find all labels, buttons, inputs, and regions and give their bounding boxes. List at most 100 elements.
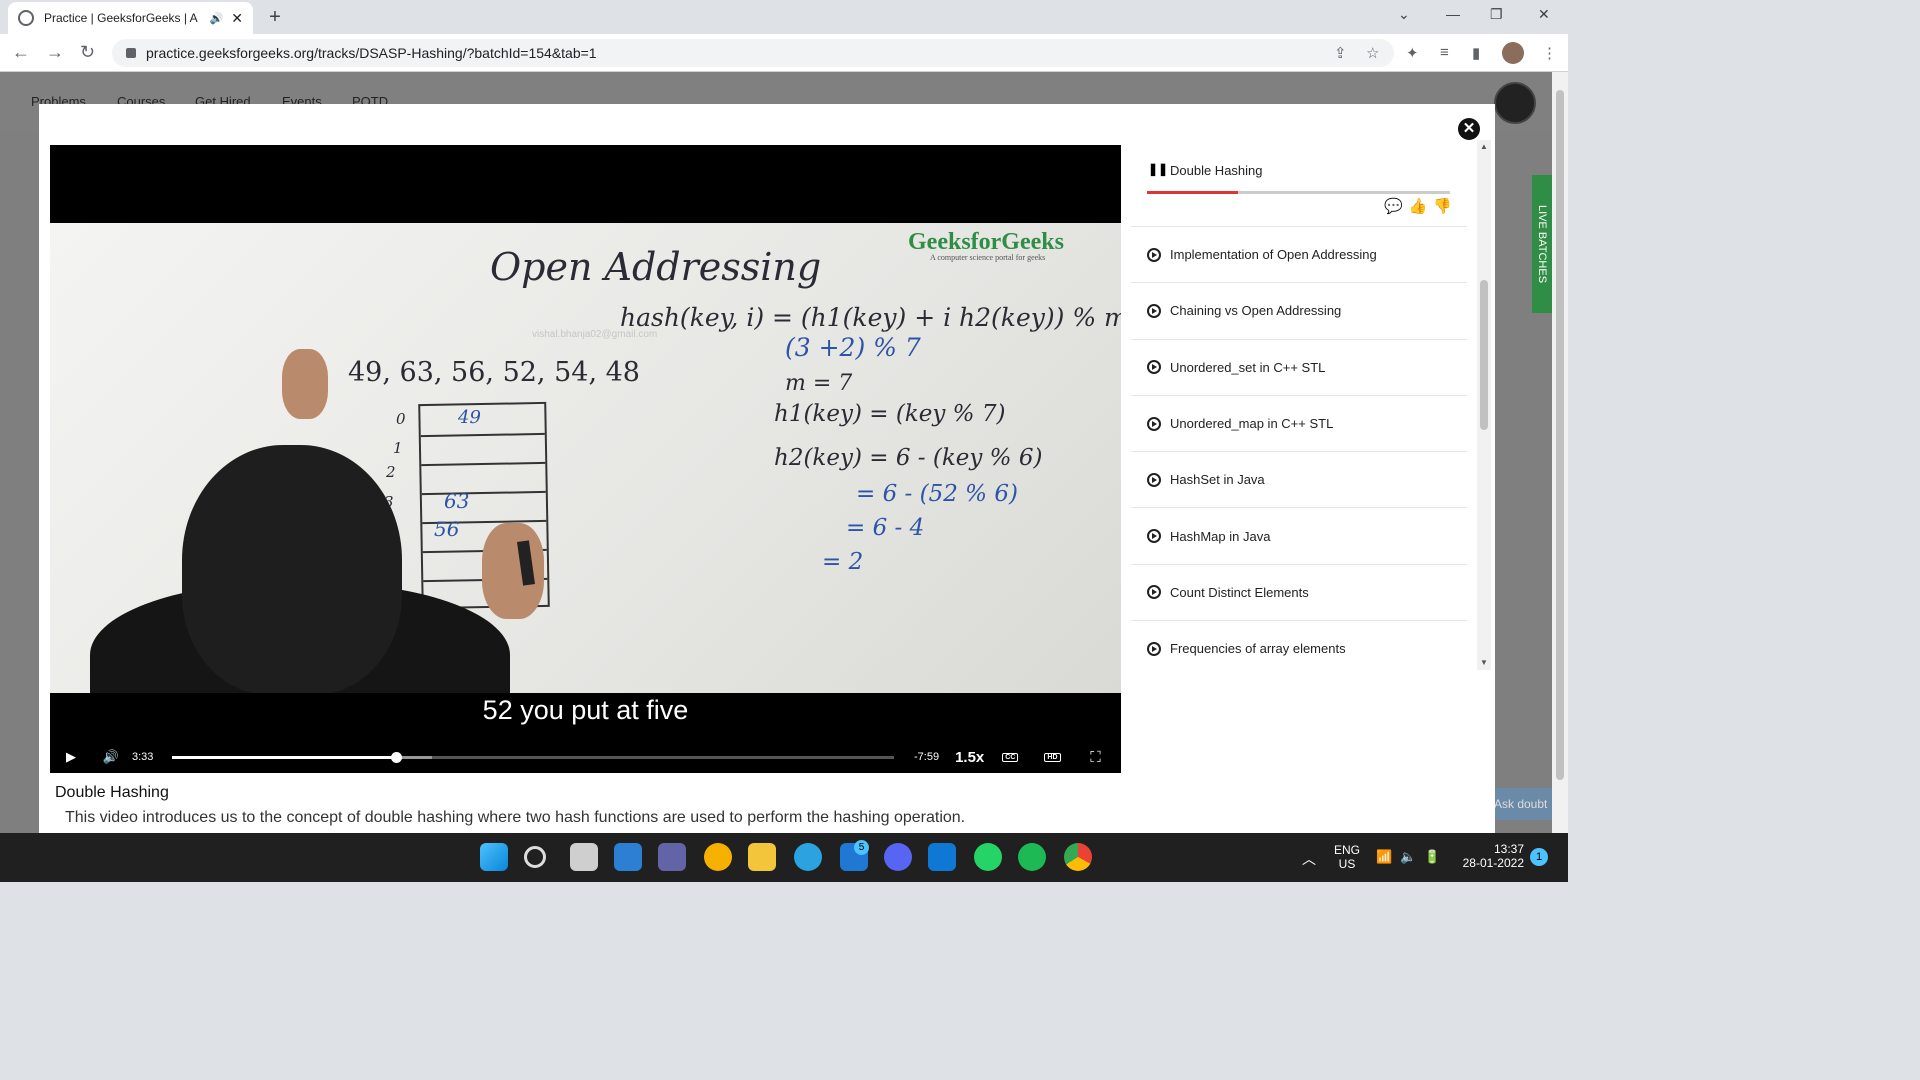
file-explorer-icon[interactable] xyxy=(748,843,776,871)
playback-speed[interactable]: 1.5x xyxy=(955,749,984,766)
language-code: ENG xyxy=(1333,843,1360,857)
board-step1: = 6 - (52 % 6) xyxy=(856,481,1018,507)
browser-toolbar: ← → ↻ practice.geeksforgeeks.org/tracks/… xyxy=(0,34,1568,72)
close-tab-icon[interactable]: ✕ xyxy=(231,10,243,27)
region-code: US xyxy=(1338,857,1356,871)
playlist-item[interactable]: Implementation of Open Addressing xyxy=(1131,227,1467,284)
playlist-item[interactable]: Unordered_set in C++ STL xyxy=(1131,340,1467,396)
browser-tab[interactable]: Practice | GeeksforGeeks | A 🔊 ✕ xyxy=(8,2,253,34)
side-panel-icon[interactable]: ▮ xyxy=(1472,44,1480,62)
current-time: 3:33 xyxy=(132,751,154,763)
video-modal: ✕ GeeksforGeeks A computer science porta… xyxy=(39,104,1495,833)
profile-avatar[interactable] xyxy=(1502,42,1524,64)
play-icon[interactable]: ▶ xyxy=(60,749,82,765)
thumbs-up-icon[interactable]: 👍 xyxy=(1409,197,1428,215)
table-value: 63 xyxy=(444,489,470,513)
clock-time: 13:37 xyxy=(1493,842,1524,856)
video-player[interactable]: GeeksforGeeks A computer science portal … xyxy=(50,145,1121,773)
playlist-item-label: Unordered_set in C++ STL xyxy=(1170,359,1326,375)
clock[interactable]: 13:37 28-01-2022 xyxy=(1454,842,1524,870)
forward-icon[interactable]: → xyxy=(46,42,64,63)
progress-knob[interactable] xyxy=(390,751,402,763)
battery-icon[interactable]: 🔋 xyxy=(1424,849,1440,865)
playlist-item[interactable]: Frequencies of array elements xyxy=(1131,621,1467,669)
playlist-item[interactable]: HashMap in Java xyxy=(1131,508,1467,565)
playlist-item[interactable]: Unordered_map in C++ STL xyxy=(1131,396,1467,453)
play-circle-icon xyxy=(1147,416,1161,431)
volume-icon[interactable]: 🔊 xyxy=(100,749,122,765)
table-value: 56 xyxy=(434,517,460,541)
play-circle-icon xyxy=(1147,529,1161,544)
ask-doubt-button[interactable]: Ask doubt xyxy=(1492,788,1552,820)
start-icon[interactable] xyxy=(480,843,508,871)
playlist-item[interactable]: HashSet in Java xyxy=(1131,452,1467,509)
playlist-item-label: Chaining vs Open Addressing xyxy=(1170,303,1342,319)
play-circle-icon xyxy=(1147,247,1161,262)
language-indicator[interactable]: ENG US xyxy=(1332,843,1362,871)
extensions-icon[interactable]: ✦ xyxy=(1406,44,1419,62)
chrome-menu-icon[interactable]: ⋮ xyxy=(1542,44,1557,62)
maximize-icon[interactable]: ❐ xyxy=(1490,6,1503,23)
playlist-current-title: Double Hashing xyxy=(1170,163,1263,178)
playlist-scrollbar[interactable]: ▲ ▼ xyxy=(1477,140,1491,670)
table-index: 2 xyxy=(386,463,396,481)
weather-icon[interactable] xyxy=(704,843,732,871)
live-batches-tab[interactable]: LIVE BATCHES xyxy=(1532,175,1552,313)
vscode-icon[interactable] xyxy=(928,843,956,871)
user-avatar[interactable] xyxy=(1494,82,1536,124)
close-window-icon[interactable]: ✕ xyxy=(1538,6,1550,23)
back-icon[interactable]: ← xyxy=(12,42,30,63)
spotify-icon[interactable] xyxy=(1018,843,1046,871)
tab-search-icon[interactable]: ⌄ xyxy=(1398,6,1410,23)
table-value: 49 xyxy=(458,407,481,428)
playlist-item[interactable]: Chaining vs Open Addressing xyxy=(1131,283,1467,340)
board-step3: = 2 xyxy=(822,549,864,575)
close-modal-button[interactable]: ✕ xyxy=(1458,118,1480,140)
thumbs-down-icon[interactable]: 👎 xyxy=(1433,197,1452,215)
playlist: ❚❚ Double Hashing 💬 👍 👎 Implementation o… xyxy=(1131,145,1467,669)
board-h1: h1(key) = (key % 7) xyxy=(774,401,1006,427)
video-description: This video introduces us to the concept … xyxy=(65,809,966,826)
minimize-icon[interactable]: — xyxy=(1446,6,1460,22)
media-control-icon[interactable]: ≡ xyxy=(1440,44,1449,61)
fullscreen-icon[interactable]: ⛶ xyxy=(1085,749,1107,766)
play-circle-icon xyxy=(1147,360,1161,375)
presenter-head xyxy=(182,445,402,693)
reload-icon[interactable]: ↻ xyxy=(80,42,95,63)
volume-tray-icon[interactable]: 🔈 xyxy=(1400,849,1416,865)
widgets-icon[interactable] xyxy=(614,843,642,871)
mail-badge: 5 xyxy=(854,840,869,855)
gfg-tagline: A computer science portal for geeks xyxy=(930,253,1046,262)
hd-icon[interactable]: HD xyxy=(1044,752,1061,762)
video-progress-bar[interactable] xyxy=(172,751,894,763)
pause-icon: ❚❚ xyxy=(1148,162,1169,176)
address-bar[interactable]: practice.geeksforgeeks.org/tracks/DSASP-… xyxy=(112,39,1394,67)
playlist-item[interactable]: Count Distinct Elements xyxy=(1131,565,1467,622)
telegram-icon[interactable] xyxy=(794,843,822,871)
teams-chat-icon[interactable] xyxy=(658,843,686,871)
board-step2: = 6 - 4 xyxy=(846,515,925,541)
table-index: 0 xyxy=(396,410,406,428)
captions-icon[interactable]: CC xyxy=(1002,752,1019,762)
taskbar: 5 ︿ ENG US 📶 🔈 🔋 13:37 28-01-2022 xyxy=(0,833,1568,882)
bookmark-star-icon[interactable]: ☆ xyxy=(1366,44,1379,62)
clock-date: 28-01-2022 xyxy=(1462,856,1524,870)
playlist-current-item[interactable]: ❚❚ Double Hashing 💬 👍 👎 xyxy=(1131,145,1467,227)
chrome-icon[interactable] xyxy=(1064,843,1092,871)
search-icon[interactable] xyxy=(524,846,546,868)
share-icon[interactable]: ⇪ xyxy=(1334,44,1347,62)
new-tab-button[interactable]: + xyxy=(262,6,288,28)
comment-icon[interactable]: 💬 xyxy=(1384,197,1403,215)
playlist-progress-bar xyxy=(1147,191,1450,194)
discord-icon[interactable] xyxy=(884,843,912,871)
whatsapp-icon[interactable] xyxy=(974,843,1002,871)
notification-badge[interactable]: 1 xyxy=(1530,848,1548,866)
tray-chevron-icon[interactable]: ︿ xyxy=(1302,849,1316,869)
playlist-item-label: HashMap in Java xyxy=(1170,528,1271,544)
playlist-item-label: Implementation of Open Addressing xyxy=(1170,247,1377,263)
task-view-icon[interactable] xyxy=(570,843,598,871)
wifi-icon[interactable]: 📶 xyxy=(1376,849,1392,865)
video-frame: GeeksforGeeks A computer science portal … xyxy=(50,223,1121,693)
audio-playing-icon[interactable]: 🔊 xyxy=(210,12,224,25)
page-scrollbar[interactable] xyxy=(1552,72,1568,833)
